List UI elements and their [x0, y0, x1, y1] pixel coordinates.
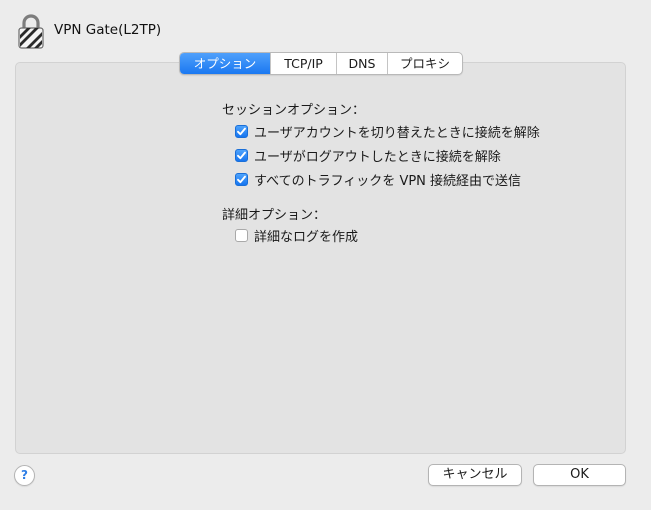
- disconnect-on-logout-checkbox[interactable]: [235, 148, 248, 162]
- window-title: VPN Gate(L2TP): [54, 22, 162, 38]
- verbose-logging-checkbox[interactable]: [235, 228, 248, 242]
- tab-tcpip[interactable]: TCP/IP: [270, 53, 336, 74]
- tab-options[interactable]: オプション: [180, 53, 270, 74]
- disconnect-on-user-switch-checkbox[interactable]: [235, 124, 248, 138]
- tab-proxy[interactable]: プロキシ: [387, 53, 462, 74]
- disconnect-on-user-switch-row[interactable]: ユーザアカウントを切り替えたときに接続を解除: [235, 122, 540, 141]
- verbose-logging-label: 詳細なログを作成: [254, 229, 359, 245]
- send-all-traffic-label: すべてのトラフィックを VPN 接続経由で送信: [254, 173, 522, 189]
- send-all-traffic-checkbox[interactable]: [235, 172, 248, 186]
- disconnect-on-logout-row[interactable]: ユーザがログアウトしたときに接続を解除: [235, 146, 501, 165]
- checkmark-icon: [237, 127, 246, 135]
- send-all-traffic-row[interactable]: すべてのトラフィックを VPN 接続経由で送信: [235, 170, 522, 189]
- tab-bar: オプション TCP/IP DNS プロキシ: [179, 52, 463, 75]
- session-options-heading: セッションオプション：: [222, 103, 366, 118]
- verbose-logging-row[interactable]: 詳細なログを作成: [235, 226, 359, 245]
- disconnect-on-user-switch-label: ユーザアカウントを切り替えたときに接続を解除: [254, 125, 540, 141]
- advanced-options-heading: 詳細オプション：: [222, 208, 327, 223]
- cancel-button[interactable]: キャンセル: [428, 464, 522, 486]
- vpn-lock-icon: [16, 12, 46, 50]
- vpn-settings-window: VPN Gate(L2TP) オプション TCP/IP DNS プロキシ セッシ…: [0, 0, 651, 510]
- checkmark-icon: [237, 175, 246, 183]
- help-button[interactable]: ?: [14, 465, 35, 486]
- disconnect-on-logout-label: ユーザがログアウトしたときに接続を解除: [254, 149, 501, 165]
- tab-dns[interactable]: DNS: [336, 53, 387, 74]
- checkmark-icon: [237, 151, 246, 159]
- ok-button[interactable]: OK: [533, 464, 626, 486]
